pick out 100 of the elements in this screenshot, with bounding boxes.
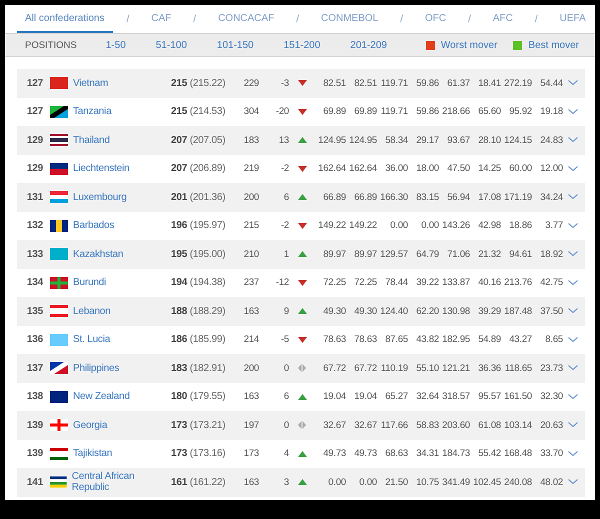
- table-cell-text: 72.25: [353, 277, 377, 288]
- flag-icon: [50, 134, 68, 146]
- chevron-icon[interactable]: [568, 450, 578, 457]
- rank-change: 4: [282, 448, 289, 460]
- table-cell-text: 78.63: [353, 334, 377, 346]
- points: 173 (173.21): [170, 420, 226, 431]
- flag-icon: [50, 305, 68, 318]
- table-cell-text: 60.00: [508, 163, 532, 174]
- rank: 134: [26, 277, 43, 288]
- table-cell-text: 28.10: [477, 134, 501, 146]
- table-cell-text: 69.89: [353, 106, 377, 118]
- country-name[interactable]: Philippines: [73, 362, 120, 374]
- points: 215 (214.53): [170, 106, 226, 118]
- chevron-icon[interactable]: [568, 365, 578, 372]
- table-cell-text: 18.86: [508, 220, 532, 232]
- country-name[interactable]: New Zealand: [73, 391, 130, 402]
- previous-points: 183: [242, 134, 259, 146]
- table-cell-text: 118.65: [504, 362, 532, 374]
- flag-icon: [50, 248, 68, 260]
- table-cell-text: 56.94: [446, 192, 470, 203]
- country-name[interactable]: Vietnam: [73, 78, 108, 89]
- table-cell-text: 149.22: [348, 220, 377, 232]
- points: 215 (215.22): [170, 78, 226, 89]
- table-cell-text: 168.48: [503, 448, 532, 460]
- country-name[interactable]: Central African Republic: [72, 471, 167, 494]
- chevron-icon[interactable]: [568, 137, 578, 144]
- rank-change: 9: [282, 306, 289, 317]
- country-name[interactable]: Tajikistan: [73, 448, 112, 460]
- country-name[interactable]: Lebanon: [73, 306, 111, 317]
- table-cell-text: 95.92: [508, 106, 532, 118]
- legend-label: Worst mover: [440, 40, 498, 50]
- chevron-icon[interactable]: [568, 336, 578, 343]
- table-cell-text: 43.82: [415, 334, 439, 346]
- chevron-icon[interactable]: [568, 166, 578, 172]
- separator: /: [399, 14, 404, 24]
- table-cell-text: 43.27: [508, 334, 532, 346]
- country-name[interactable]: St. Lucia: [73, 334, 110, 346]
- country-name[interactable]: Barbados: [73, 220, 114, 232]
- chevron-icon[interactable]: [568, 251, 578, 258]
- confederation-tab[interactable]: AFC: [484, 5, 521, 33]
- rank-change: -5: [280, 334, 289, 346]
- previous-points: 163: [242, 306, 259, 317]
- table-cell-text: 72.25: [322, 277, 346, 288]
- country-name[interactable]: Tanzania: [73, 106, 112, 118]
- table-cell-text: 82.51: [353, 78, 377, 89]
- table-cell-text: 67.72: [353, 362, 377, 374]
- previous-points: 304: [242, 106, 259, 118]
- table-cell-text: 64.79: [415, 248, 439, 260]
- table-cell-text: 65.27: [384, 391, 408, 402]
- chevron-icon[interactable]: [568, 280, 578, 286]
- table-cell-text: 42.98: [477, 220, 501, 232]
- rank: 141: [26, 476, 43, 488]
- table-cell-text: 61.08: [477, 420, 501, 431]
- table-cell-text: 59.86: [415, 106, 439, 118]
- rank: 138: [26, 391, 43, 402]
- table-cell-text: 149.22: [317, 220, 346, 232]
- points: 183 (182.91): [170, 362, 226, 374]
- table-cell-text: 0.00: [358, 476, 377, 488]
- chevron-icon[interactable]: [568, 479, 578, 486]
- country-name[interactable]: Thailand: [73, 134, 110, 146]
- confederation-tab[interactable]: UEFA: [552, 5, 594, 33]
- country-name[interactable]: Liechtenstein: [73, 163, 130, 174]
- table-cell-text: 68.63: [384, 448, 408, 460]
- country-name[interactable]: Kazakhstan: [73, 248, 124, 260]
- table-cell-text: 69.89: [322, 106, 346, 118]
- chevron-icon[interactable]: [568, 194, 578, 200]
- table-cell-text: 58.83: [415, 420, 439, 431]
- chevron-icon[interactable]: [568, 108, 578, 115]
- range-link[interactable]: 1-50: [90, 40, 141, 50]
- table-cell-text: 12.00: [539, 163, 563, 174]
- points: 173 (173.16): [170, 448, 226, 460]
- table-cell-text: 171.19: [503, 192, 532, 203]
- confederation-tab[interactable]: CONMEBOL: [312, 5, 386, 33]
- chevron-icon[interactable]: [568, 222, 578, 229]
- country-name[interactable]: Georgia: [73, 420, 108, 431]
- chevron-icon[interactable]: [568, 80, 578, 86]
- chevron-icon[interactable]: [568, 308, 578, 314]
- table-cell-text: 89.97: [322, 248, 346, 260]
- range-link[interactable]: 101-150: [202, 40, 269, 50]
- rank: 137: [26, 362, 43, 374]
- confederation-tab[interactable]: CAF: [143, 5, 180, 33]
- range-link[interactable]: 151-200: [268, 40, 336, 50]
- confederation-tab[interactable]: CONCACAF: [210, 5, 282, 33]
- country-name[interactable]: Burundi: [73, 277, 106, 288]
- country-name[interactable]: Luxembourg: [73, 192, 127, 203]
- separator: /: [295, 14, 300, 24]
- table-cell-text: 29.17: [415, 134, 439, 146]
- confederation-tab[interactable]: OFC: [416, 5, 454, 33]
- points: 180 (179.55): [170, 391, 226, 402]
- range-link[interactable]: 51-100: [140, 40, 202, 50]
- table-cell-text: 37.50: [539, 306, 563, 317]
- flag-icon: [50, 106, 68, 118]
- table-cell-text: 23.73: [539, 362, 563, 374]
- table-cell-text: 272.19: [503, 78, 532, 89]
- chevron-icon[interactable]: [568, 394, 578, 400]
- range-link[interactable]: 201-209: [335, 40, 402, 50]
- table-cell-text: 82.51: [322, 78, 346, 89]
- chevron-icon[interactable]: [568, 422, 578, 428]
- table-cell-text: 49.73: [353, 448, 377, 460]
- table-cell-text: 49.73: [322, 448, 346, 460]
